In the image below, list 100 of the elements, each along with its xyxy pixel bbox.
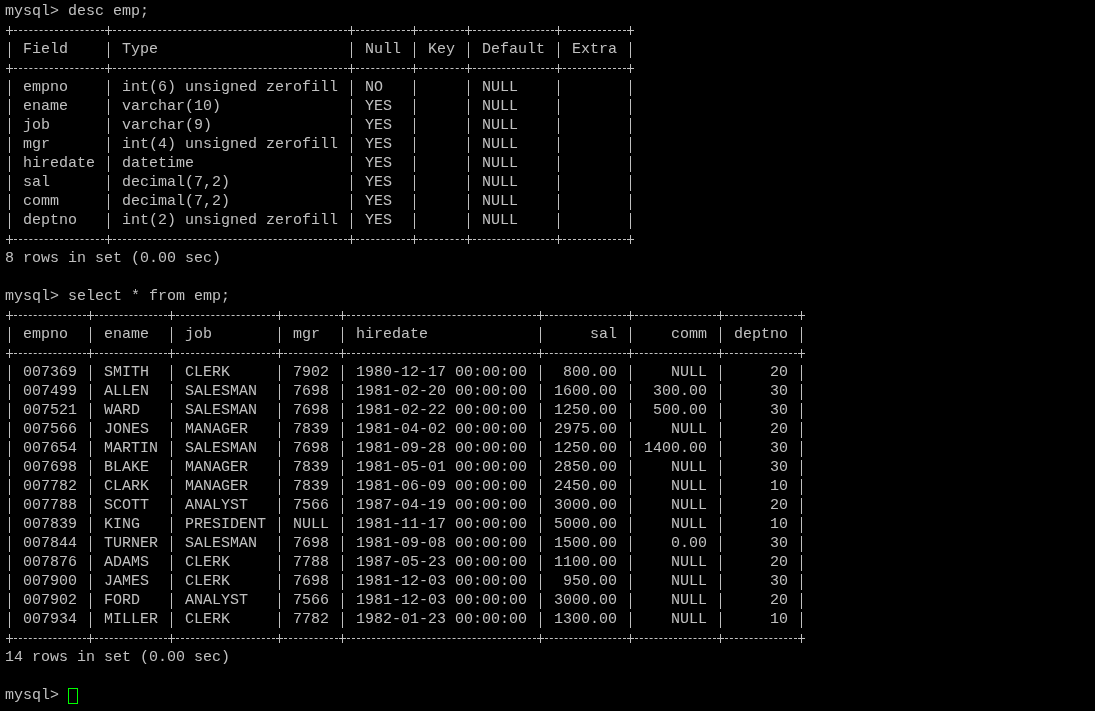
table-cell: 007839 [23,515,77,534]
table-cell: WARD [104,401,140,420]
table-cell: NULL [482,173,519,192]
table-cell: 1981-02-22 00:00:00 [356,401,528,420]
prompt: mysql> [5,686,59,705]
table-cell: CLERK [185,553,230,572]
table-cell: ALLEN [104,382,149,401]
column-header: Null [365,40,402,59]
column-header: Extra [572,40,618,59]
table-cell: SALESMAN [185,534,257,553]
table-cell: int(2) unsigned zerofill [122,211,339,230]
table-cell: 10 [770,515,788,534]
table-cell: NULL [671,477,707,496]
table-cell: NO [365,78,384,97]
table-cell: NULL [482,97,519,116]
table-cell: YES [365,154,393,173]
table-cell: NULL [482,211,519,230]
table-cell: 800.00 [563,363,617,382]
table-cell: 2975.00 [554,420,617,439]
table-cell: 007698 [23,458,77,477]
table-cell: empno [23,78,68,97]
table-cell: 7839 [293,458,329,477]
table-cell: NULL [671,515,707,534]
table-cell: 007566 [23,420,77,439]
table-cell: 7698 [293,401,329,420]
table-cell: 007654 [23,439,77,458]
table-cell: YES [365,211,393,230]
table-cell: PRESIDENT [185,515,266,534]
table-cell: 007499 [23,382,77,401]
table-cell: 30 [770,458,788,477]
table-cell: 30 [770,534,788,553]
table-cell: 007876 [23,553,77,572]
table-cell: 3000.00 [554,591,617,610]
table-cell: decimal(7,2) [122,173,231,192]
table-cell: 7782 [293,610,329,629]
table-cell: 007900 [23,572,77,591]
table-cell: 0.00 [671,534,707,553]
table-cell: 007369 [23,363,77,382]
table-cell: 20 [770,363,788,382]
table-cell: 20 [770,420,788,439]
column-header: Default [482,40,546,59]
table-cell: MILLER [104,610,158,629]
table-cell: int(6) unsigned zerofill [122,78,339,97]
table-cell: 950.00 [563,572,617,591]
table-cell: varchar(9) [122,116,212,135]
table-cell: YES [365,97,393,116]
column-header: Key [428,40,456,59]
table-cell: int(4) unsigned zerofill [122,135,339,154]
table-cell: ANALYST [185,496,248,515]
status-message: 8 rows in set (0.00 sec) [5,250,222,267]
table-cell: job [23,116,50,135]
table-cell: 1981-12-03 00:00:00 [356,591,528,610]
table-cell: 300.00 [653,382,707,401]
table-cell: SMITH [104,363,149,382]
table-cell: 7788 [293,553,329,572]
table-cell: FORD [104,591,140,610]
table-cell: 007782 [23,477,77,496]
table-cell: NULL [671,420,707,439]
table-cell: JONES [104,420,149,439]
column-header: Field [23,40,68,59]
table-cell: MARTIN [104,439,158,458]
table-cell: NULL [482,154,519,173]
table-cell: 2850.00 [554,458,617,477]
table-cell: CLARK [104,477,149,496]
table-cell: 7698 [293,382,329,401]
table-cell: 1981-06-09 00:00:00 [356,477,528,496]
table-cell: 1600.00 [554,382,617,401]
table-cell: YES [365,173,393,192]
table-cell: NULL [671,591,707,610]
table-cell: 1400.00 [644,439,707,458]
command-text: select * from emp; [68,287,231,306]
table-cell: NULL [671,572,707,591]
table-cell: MANAGER [185,458,248,477]
table-cell: JAMES [104,572,149,591]
table-cell: NULL [482,135,519,154]
table-cell: BLAKE [104,458,149,477]
table-cell: NULL [671,458,707,477]
table-cell: KING [104,515,140,534]
table-cell: NULL [482,116,519,135]
table-cell: ename [23,97,68,116]
table-cell: 1981-04-02 00:00:00 [356,420,528,439]
table-cell: hiredate [23,154,95,173]
table-cell: ADAMS [104,553,149,572]
column-header: ename [104,325,149,344]
table-cell: 007902 [23,591,77,610]
column-header: job [185,325,212,344]
table-cell: datetime [122,154,194,173]
table-cell: 1300.00 [554,610,617,629]
table-cell: 30 [770,382,788,401]
table-cell: 2450.00 [554,477,617,496]
table-cell: 1981-11-17 00:00:00 [356,515,528,534]
table-cell: SALESMAN [185,439,257,458]
table-cell: CLERK [185,610,230,629]
table-cell: 007521 [23,401,77,420]
table-cell: 30 [770,572,788,591]
table-cell: sal [23,173,50,192]
table-cell: comm [23,192,59,211]
table-cell: 20 [770,553,788,572]
table-cell: deptno [23,211,77,230]
table-cell: MANAGER [185,420,248,439]
